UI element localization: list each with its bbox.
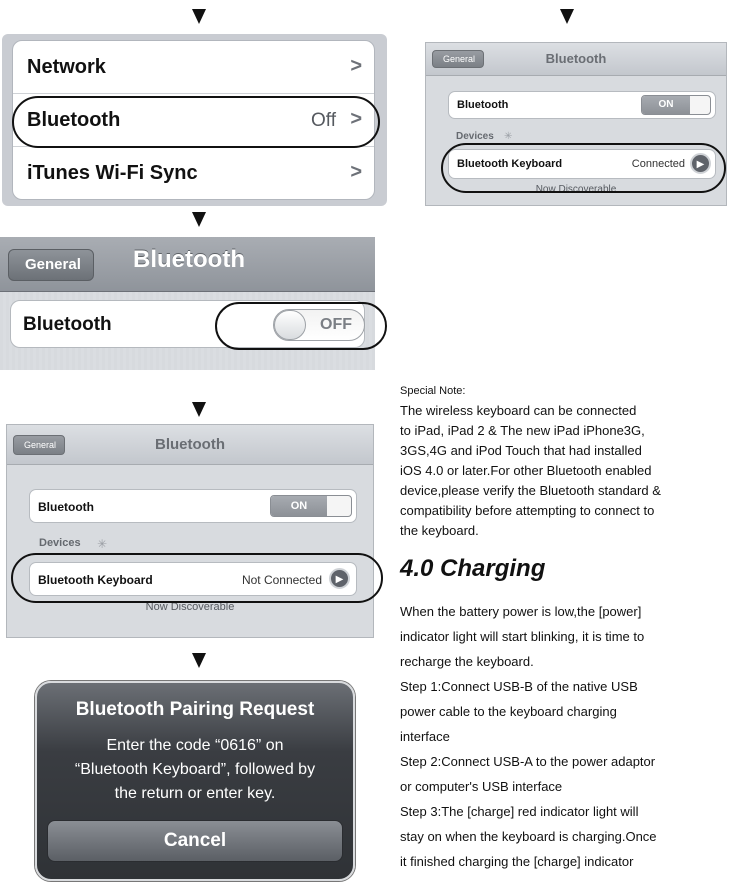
highlight-oval <box>11 553 383 603</box>
dialog-message-line: “Bluetooth Keyboard”, followed by <box>74 761 316 778</box>
bluetooth-toggle[interactable]: ON <box>270 495 352 517</box>
row-label: Network <box>27 56 106 78</box>
special-note-line: the keyboard. <box>400 523 479 538</box>
pairing-request-dialog: Bluetooth Pairing Request Enter the code… <box>35 681 355 881</box>
down-arrow-icon <box>192 9 206 24</box>
toggle-text: ON <box>271 496 327 516</box>
nav-title: Bluetooth <box>155 436 225 453</box>
dialog-message-line: Enter the code “0616” on <box>106 737 284 754</box>
nav-bar: General Bluetooth <box>0 237 375 292</box>
down-arrow-icon <box>192 402 206 417</box>
dialog-message-line: the return or enter key. <box>114 785 276 802</box>
bluetooth-not-connected-screenshot: General Bluetooth Bluetooth ON Devices ✳… <box>6 424 374 638</box>
bluetooth-row: Bluetooth ON <box>29 489 357 523</box>
row-label: iTunes Wi-Fi Sync <box>27 162 198 184</box>
nav-bar: General Bluetooth <box>7 425 373 465</box>
special-note-line: device,please verify the Bluetooth stand… <box>400 483 661 498</box>
charging-line: power cable to the keyboard charging <box>400 704 617 719</box>
row-label: Bluetooth <box>38 500 94 514</box>
cancel-button[interactable]: Cancel <box>47 820 343 862</box>
highlight-oval <box>215 302 387 350</box>
nav-bar: General Bluetooth <box>426 43 726 76</box>
bluetooth-row: Bluetooth ON <box>448 91 716 119</box>
chevron-right-icon: > <box>350 161 362 183</box>
special-note-line: 3GS,4G and iPod Touch that had installed <box>400 443 642 458</box>
settings-row-network[interactable]: Network > <box>13 41 374 94</box>
nav-title: Bluetooth <box>133 246 245 273</box>
section-label: Devices <box>39 537 81 549</box>
dialog-title: Bluetooth Pairing Request <box>75 699 315 720</box>
special-note-line: compatibility before attempting to conne… <box>400 503 655 518</box>
section-label: Devices <box>456 131 494 142</box>
charging-line: or computer's USB interface <box>400 779 563 794</box>
row-label: Bluetooth <box>457 99 509 111</box>
bluetooth-toggle[interactable]: ON <box>641 95 711 115</box>
down-arrow-icon <box>192 653 206 668</box>
charging-line: it finished charging the [charge] indica… <box>400 854 634 869</box>
spinner-icon: ✳ <box>504 131 513 142</box>
special-note-heading: Special Note: <box>400 385 466 397</box>
special-note-line: iOS 4.0 or later.For other Bluetooth ena… <box>400 463 652 478</box>
charging-line: Step 1:Connect USB-B of the native USB <box>400 679 638 694</box>
charging-line: When the battery power is low,the [power… <box>400 604 642 619</box>
down-arrow-icon <box>560 9 574 24</box>
row-label: Bluetooth <box>23 314 112 335</box>
charging-line: recharge the keyboard. <box>400 654 534 669</box>
toggle-text: ON <box>642 96 690 114</box>
charging-line: indicator light will start blinking, it … <box>400 629 645 644</box>
highlight-oval <box>441 143 726 193</box>
nav-title: Bluetooth <box>545 51 607 66</box>
chevron-right-icon: > <box>350 55 362 77</box>
charging-line: interface <box>400 729 450 744</box>
special-note-line: The wireless keyboard can be connected <box>400 403 637 418</box>
back-button[interactable]: General <box>8 249 94 281</box>
charging-line: Step 3:The [charge] red indicator light … <box>400 804 639 819</box>
charging-line: stay on when the keyboard is charging.On… <box>400 829 657 844</box>
highlight-oval <box>12 96 380 148</box>
spinner-icon: ✳ <box>97 537 108 551</box>
down-arrow-icon <box>192 212 206 227</box>
charging-heading: 4.0 Charging <box>400 555 546 582</box>
charging-line: Step 2:Connect USB-A to the power adapto… <box>400 754 656 769</box>
special-note-line: to iPad, iPad 2 & The new iPad iPhone3G, <box>400 423 645 438</box>
settings-row-itunes-wifi-sync[interactable]: iTunes Wi-Fi Sync > <box>13 147 374 199</box>
